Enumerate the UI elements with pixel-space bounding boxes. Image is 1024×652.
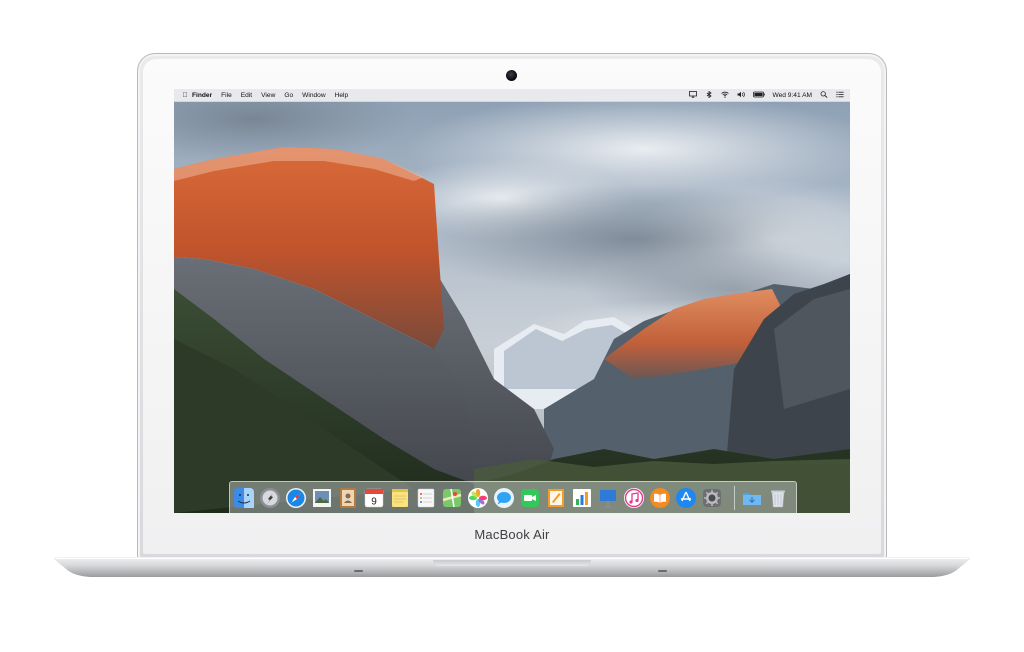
contacts-icon[interactable] [337,487,359,509]
menu-edit[interactable]: Edit [241,92,252,99]
apple-logo-icon[interactable]:  [178,92,192,99]
screen-mirroring-icon[interactable] [688,90,697,100]
itunes-icon[interactable] [623,487,645,509]
desktop-wallpaper [174,89,850,513]
menu-extras: Wed 9:41 AM [688,89,844,101]
messages-icon[interactable] [493,487,515,509]
menu-file[interactable]: File [221,92,232,99]
reminders-icon[interactable] [415,487,437,509]
menu-help[interactable]: Help [335,92,349,99]
menu-view[interactable]: View [261,92,275,99]
bluetooth-icon[interactable] [705,90,713,100]
photos-icon[interactable] [467,487,489,509]
pages-icon[interactable] [545,487,567,509]
calendar-icon[interactable]: 9 [363,487,385,509]
notification-center-icon[interactable] [836,91,844,100]
base-foot-left [354,570,363,572]
ibooks-icon[interactable] [649,487,671,509]
wifi-icon[interactable] [720,91,729,100]
notes-icon[interactable] [389,487,411,509]
facetime-icon[interactable] [519,487,541,509]
device-brand-label: MacBook Air [474,527,550,542]
safari-icon[interactable] [285,487,307,509]
downloads-folder-icon[interactable] [741,487,763,509]
photo-browser-icon[interactable] [311,487,333,509]
menu-window[interactable]: Window [302,92,325,99]
calendar-day-number: 9 [371,497,377,508]
base-foot-right [658,570,667,572]
maps-icon[interactable] [441,487,463,509]
dock-separator [734,486,735,510]
trash-icon[interactable] [767,487,789,509]
spotlight-icon[interactable] [820,90,828,100]
facetime-camera [506,70,517,81]
menu-go[interactable]: Go [284,92,293,99]
menu-app-name[interactable]: Finder [192,92,212,99]
volume-icon[interactable] [737,91,745,100]
keynote-icon[interactable] [597,487,619,509]
app-store-icon[interactable] [675,487,697,509]
battery-icon[interactable] [752,91,765,100]
opening-notch [433,560,591,566]
launchpad-icon[interactable] [259,487,281,509]
dock: 9 [229,481,797,513]
system-preferences-icon[interactable] [701,487,723,509]
menu-clock[interactable]: Wed 9:41 AM [773,92,812,99]
menu-bar:  Finder File Edit View Go Window Help W… [174,89,850,102]
desktop-screen:  Finder File Edit View Go Window Help W… [174,89,850,513]
finder-icon[interactable] [233,487,255,509]
numbers-icon[interactable] [571,487,593,509]
